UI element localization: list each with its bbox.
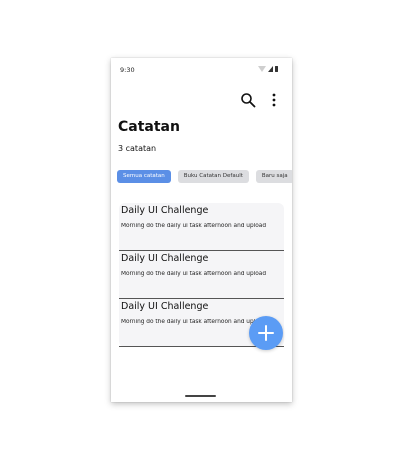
note-count: 3 catatan — [118, 144, 157, 153]
search-icon — [241, 93, 256, 108]
status-bar: 9:30 — [111, 58, 292, 80]
note-preview: Morning do the daily ui task afternoon a… — [121, 223, 267, 229]
add-note-button[interactable] — [249, 316, 283, 350]
more-vertical-icon — [272, 93, 276, 107]
status-time: 9:30 — [120, 66, 135, 74]
wifi-icon — [258, 66, 266, 72]
phone-screen: 9:30 Catatan 3 catatan Semua catatan Buk… — [111, 58, 292, 402]
plus-icon — [258, 325, 274, 341]
note-preview: Morning do the daily ui task afternoon a… — [121, 271, 267, 277]
note-title: Daily UI Challenge — [121, 205, 209, 216]
page-title: Catatan — [118, 119, 180, 135]
note-card[interactable]: Daily UI Challenge Morning do the daily … — [119, 203, 284, 251]
filter-chips: Semua catatan Buku Catatan Default Baru … — [117, 170, 292, 183]
signal-icon — [268, 66, 273, 72]
filter-chip-recent[interactable]: Baru saja — [255, 170, 292, 183]
status-icons — [258, 66, 278, 72]
home-indicator[interactable] — [185, 395, 216, 397]
filter-chip-default-notebook[interactable]: Buku Catatan Default — [177, 170, 249, 183]
search-button[interactable] — [240, 92, 256, 108]
battery-icon — [275, 66, 278, 72]
note-title: Daily UI Challenge — [121, 253, 209, 264]
more-options-button[interactable] — [268, 92, 280, 108]
filter-chip-all[interactable]: Semua catatan — [117, 170, 171, 183]
note-card[interactable]: Daily UI Challenge Morning do the daily … — [119, 251, 284, 299]
note-title: Daily UI Challenge — [121, 301, 209, 312]
